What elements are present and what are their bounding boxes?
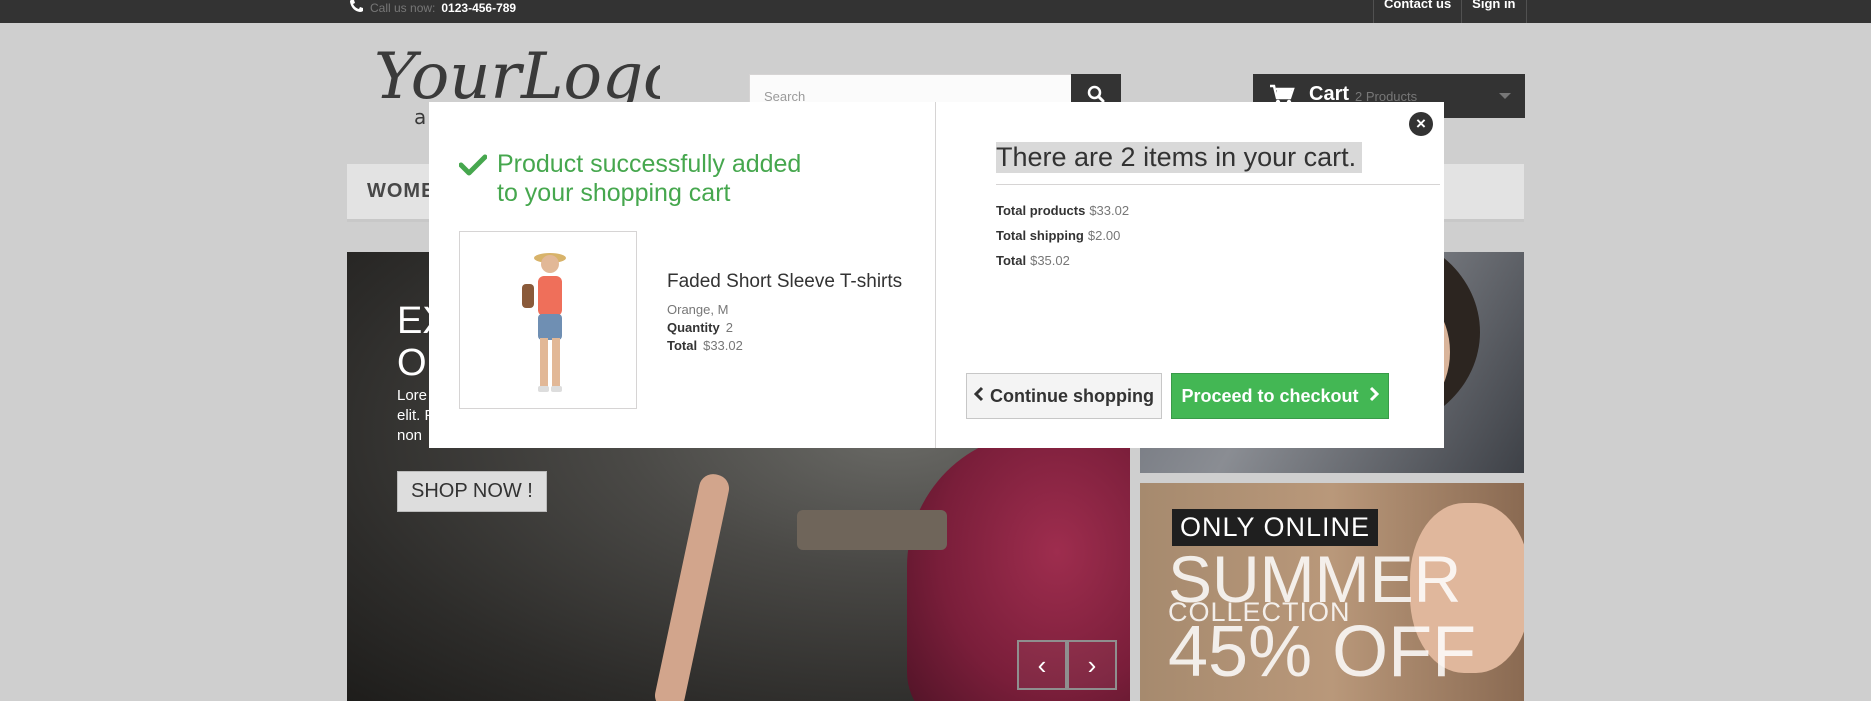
product-image [522,253,566,392]
product-total-value: $33.02 [703,338,743,353]
add-to-cart-modal: Product successfully added to your shopp… [429,102,1444,448]
quantity-label: Quantity [667,320,720,335]
product-quantity: Quantity 2 [667,320,733,335]
chevron-left-icon [973,386,984,407]
grand-total-value: $35.02 [1030,253,1070,268]
product-total: Total $33.02 [667,338,743,353]
product-name: Faded Short Sleeve T-shirts [667,271,903,292]
product-total-label: Total [667,338,698,353]
continue-shopping-label: Continue shopping [990,385,1154,406]
grand-total-row: Total $35.02 [996,253,1070,268]
close-icon[interactable]: × [1409,112,1433,136]
check-icon [458,154,488,181]
total-products-value: $33.02 [1089,203,1130,218]
divider [996,184,1440,185]
cart-summary-heading: There are 2 items in your cart. [996,142,1363,173]
product-attributes: Orange, M [667,302,729,317]
proceed-to-checkout-button[interactable]: Proceed to checkout [1171,373,1389,419]
proceed-label: Proceed to checkout [1181,385,1359,406]
product-thumbnail [459,231,637,409]
total-products-row: Total products $33.02 [996,203,1129,218]
total-shipping-row: Total shipping $2.00 [996,228,1120,243]
quantity-value: 2 [725,320,733,335]
total-shipping-value: $2.00 [1087,228,1121,243]
grand-total-label: Total [996,253,1027,268]
added-confirmation: Product successfully added to your shopp… [497,150,802,207]
continue-shopping-button[interactable]: Continue shopping [966,373,1162,419]
total-products-label: Total products [996,203,1086,218]
chevron-right-icon [1369,386,1379,407]
modal-product-panel: Product successfully added to your shopp… [429,102,936,448]
total-shipping-label: Total shipping [996,228,1084,243]
